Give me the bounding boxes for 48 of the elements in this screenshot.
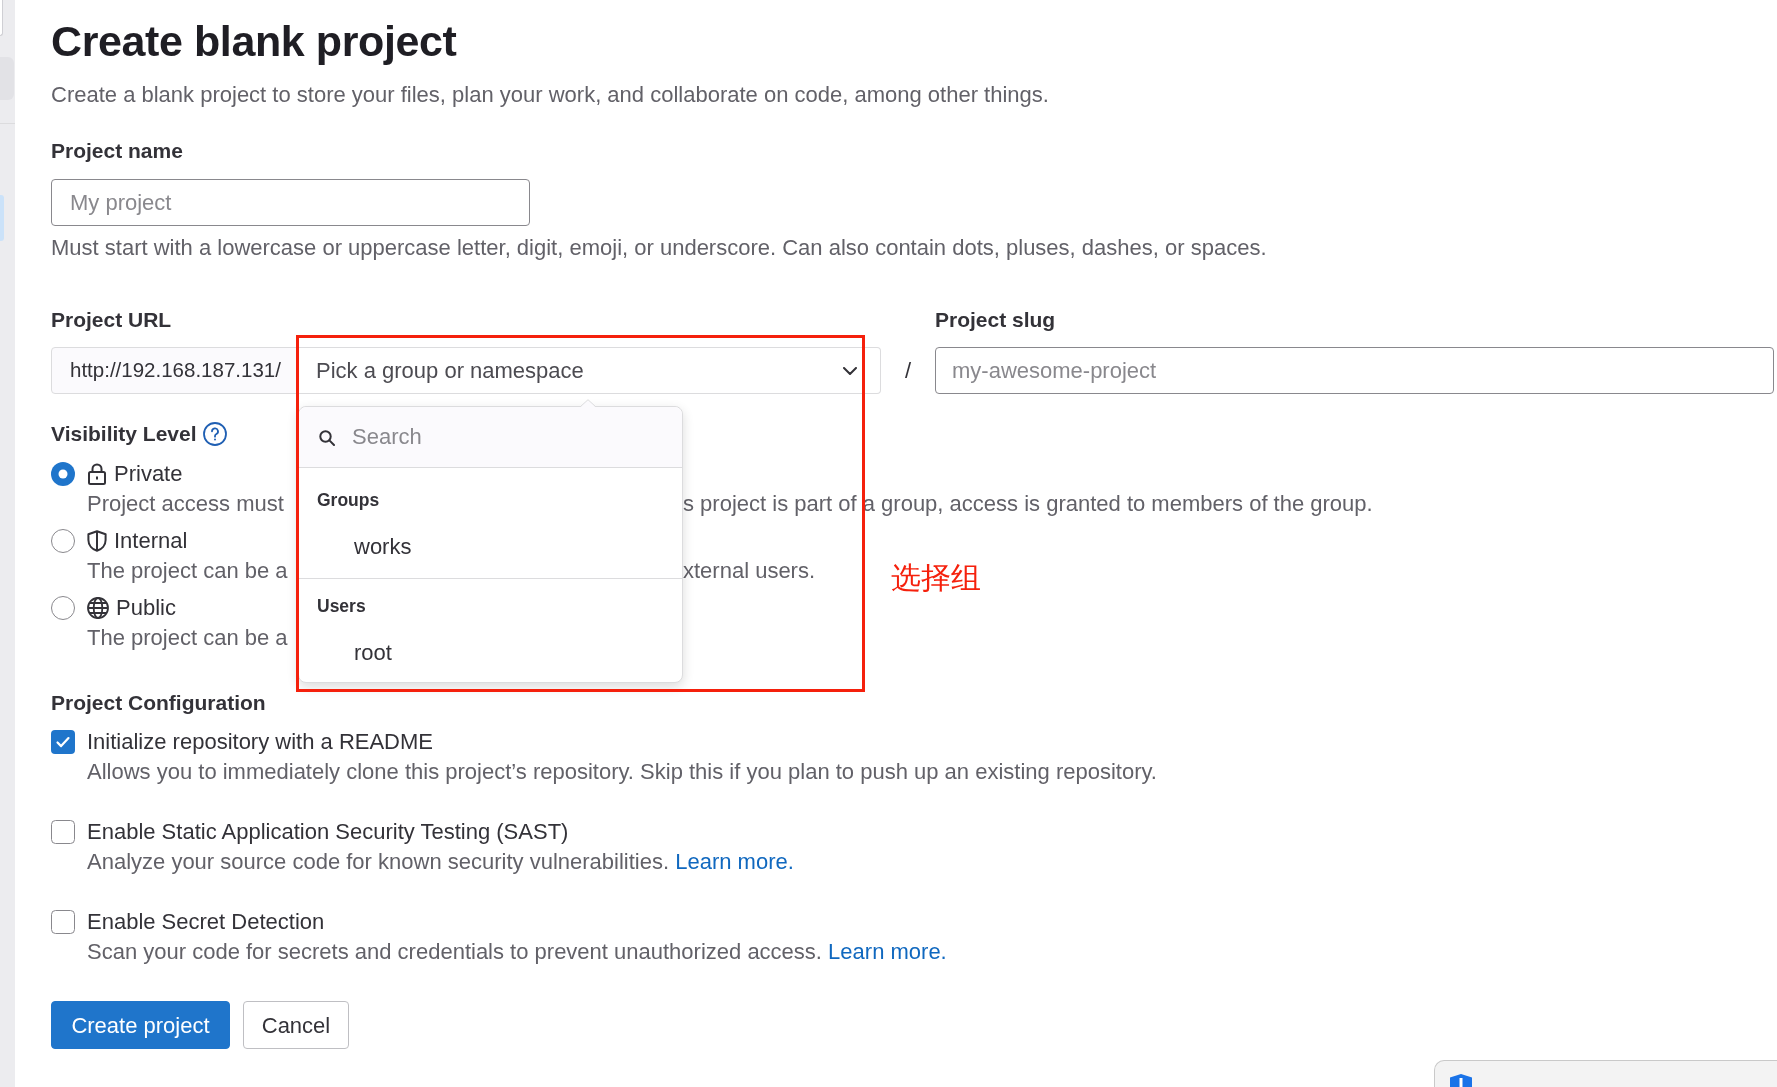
lock-icon <box>87 463 107 485</box>
menu-item[interactable]: works <box>299 526 682 566</box>
checkbox[interactable] <box>51 730 75 754</box>
option-label: Private <box>114 460 183 488</box>
option-label: Public <box>116 594 176 622</box>
option-description: Scan your code for secrets and credentials to prevent unauthorized access. Learn more. <box>87 938 947 966</box>
checkbox[interactable] <box>51 910 75 934</box>
url-prefix: http://192.168.187.131/ <box>51 347 297 394</box>
radio-button[interactable] <box>51 462 75 486</box>
create-project-button[interactable]: Create project <box>51 1001 230 1049</box>
cancel-button[interactable]: Cancel <box>243 1001 349 1049</box>
chevron-down-icon <box>843 366 857 375</box>
project-slug-input[interactable]: my-awesome-project <box>935 347 1774 394</box>
menu-group-heading: Users <box>317 595 366 618</box>
option-description: Allows you to immediately clone this project’s repository. Skip this if you plan to push up an existing repository. <box>87 758 1157 786</box>
option-label: Initialize repository with a README <box>87 728 433 756</box>
menu-item[interactable]: root <box>299 632 682 672</box>
radio-button[interactable] <box>51 529 75 553</box>
field-help: Must start with a lowercase or uppercase letter, digit, emoji, or underscore. Can also contain dots, pluses, dashes, or spaces. <box>51 234 1267 262</box>
option-label: Enable Static Application Security Testing (SAST) <box>87 818 569 846</box>
field-label: Project URL <box>51 307 172 333</box>
help-icon[interactable] <box>202 422 227 446</box>
search-input[interactable]: Search <box>299 407 682 468</box>
annotation-note: 选择组 <box>891 559 981 597</box>
option-description: The project can be a <box>87 558 288 583</box>
field-label: Project name <box>51 138 183 164</box>
menu-group-heading: Groups <box>317 489 380 512</box>
learn-more-link[interactable]: Learn more. <box>828 939 947 964</box>
page-title: Create blank project <box>51 16 457 66</box>
path-separator: / <box>903 357 913 385</box>
option-description: Analyze your source code for known security vulnerabilities. Learn more. <box>87 848 794 876</box>
option-label: Internal <box>114 527 188 555</box>
radio-button[interactable] <box>51 596 75 620</box>
option-description: xternal users. <box>683 557 816 585</box>
page-description: Create a blank project to store your files, plan your work, and collaborate on code, among other things. <box>51 81 1049 109</box>
namespace-dropdown[interactable]: Pick a group or namespace <box>297 347 881 394</box>
section-label: Visibility Level <box>51 421 197 447</box>
project-name-input[interactable]: My project <box>51 179 530 226</box>
globe-icon <box>87 597 109 619</box>
field-label: Project slug <box>935 307 1056 333</box>
option-label: Enable Secret Detection <box>87 908 325 936</box>
checkbox[interactable] <box>51 820 75 844</box>
option-description: The project can be a <box>87 625 288 650</box>
learn-more-link[interactable]: Learn more. <box>675 849 794 874</box>
shield-icon <box>87 530 107 552</box>
search-icon <box>319 430 335 446</box>
section-label: Project Configuration <box>51 690 266 716</box>
option-description: Project access must <box>87 491 284 516</box>
